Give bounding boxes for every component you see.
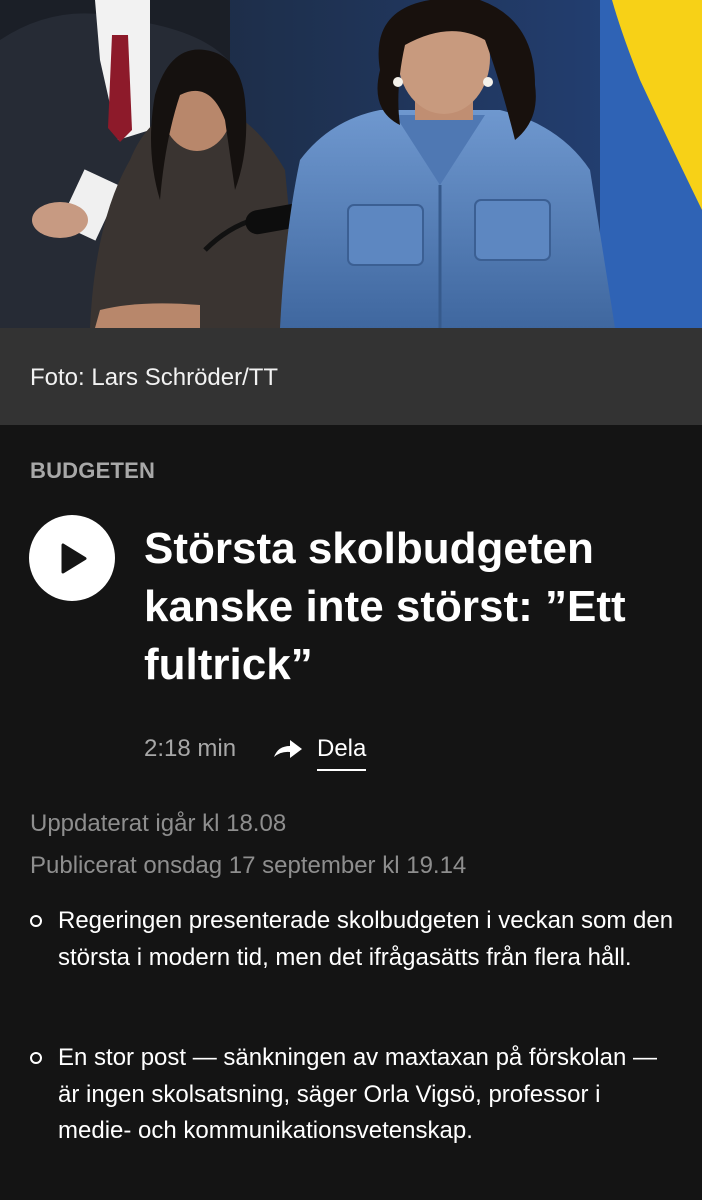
updated-timestamp: Uppdaterat igår kl 18.08 [30,810,287,837]
article-headline: Största skolbudgeten kanske inte störst:… [144,524,626,689]
share-label: Dela [317,735,367,771]
bullet-circle-icon [30,1052,42,1064]
photo-credit: Foto: Lars Schröder/TT [30,364,279,391]
summary-text: En stor post — sänkningen av maxtaxan på… [58,1044,657,1144]
summary-text: Regeringen presenterade skolbudgeten i v… [58,907,674,971]
bullet-circle-icon [30,915,42,927]
press-conference-photo [0,0,702,328]
published-timestamp: Publicerat onsdag 17 september kl 19.14 [30,852,467,879]
play-icon [61,543,87,574]
share-button[interactable]: Dela [272,733,382,773]
play-button[interactable] [29,515,115,601]
audio-duration: 2:18 min [144,735,237,762]
article-category[interactable]: BUDGETEN [30,458,155,484]
hero-photo [0,0,702,328]
share-arrow-icon [274,740,302,758]
